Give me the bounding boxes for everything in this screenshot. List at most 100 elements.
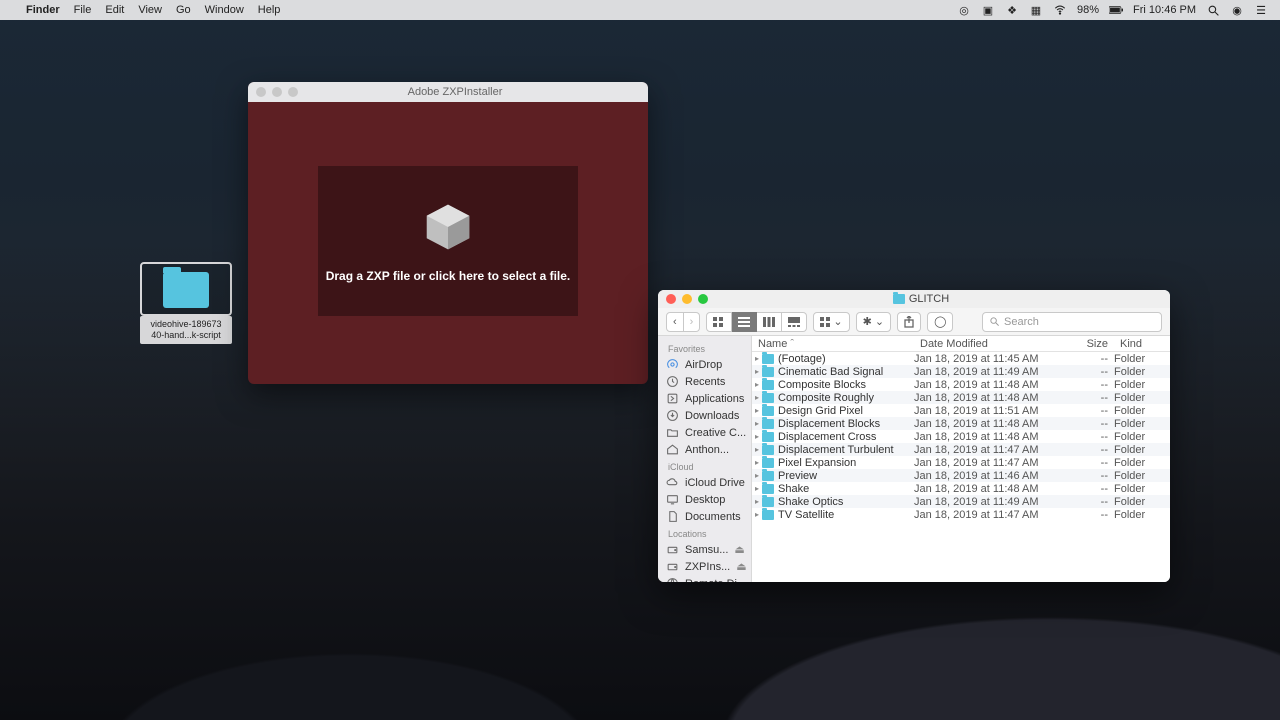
disclosure-triangle[interactable]: ▸ bbox=[752, 406, 762, 415]
status-icon[interactable]: ▦ bbox=[1029, 3, 1043, 17]
sidebar-item[interactable]: ZXPIns...⏏ bbox=[658, 558, 751, 575]
table-row[interactable]: ▸Pixel ExpansionJan 18, 2019 at 11:47 AM… bbox=[752, 456, 1170, 469]
sidebar-heading: Locations bbox=[658, 525, 751, 541]
sidebar-item[interactable]: Applications bbox=[658, 390, 751, 407]
zxp-message: Drag a ZXP file or click here to select … bbox=[326, 269, 571, 283]
table-row[interactable]: ▸Displacement TurbulentJan 18, 2019 at 1… bbox=[752, 443, 1170, 456]
battery-percent[interactable]: 98% bbox=[1077, 4, 1099, 16]
sidebar-item-label: iCloud Drive bbox=[685, 477, 745, 489]
menu-edit[interactable]: Edit bbox=[105, 4, 124, 16]
file-name: Shake Optics bbox=[778, 496, 914, 508]
tags-button[interactable]: ◯ bbox=[927, 312, 953, 332]
file-date: Jan 18, 2019 at 11:47 AM bbox=[914, 509, 1064, 521]
disclosure-triangle[interactable]: ▸ bbox=[752, 458, 762, 467]
search-field[interactable]: Search bbox=[982, 312, 1162, 332]
folder-icon bbox=[762, 484, 774, 494]
disclosure-triangle[interactable]: ▸ bbox=[752, 354, 762, 363]
sidebar-item[interactable]: Desktop bbox=[658, 491, 751, 508]
view-gallery-button[interactable] bbox=[782, 312, 807, 332]
siri-icon[interactable]: ◉ bbox=[1230, 3, 1244, 17]
disclosure-triangle[interactable]: ▸ bbox=[752, 432, 762, 441]
table-row[interactable]: ▸Cinematic Bad SignalJan 18, 2019 at 11:… bbox=[752, 365, 1170, 378]
eject-icon[interactable]: ⏏ bbox=[736, 560, 746, 573]
file-date: Jan 18, 2019 at 11:48 AM bbox=[914, 392, 1064, 404]
view-list-button[interactable] bbox=[732, 312, 757, 332]
zxp-drop-zone[interactable]: Drag a ZXP file or click here to select … bbox=[318, 166, 578, 316]
sidebar-item[interactable]: Documents bbox=[658, 508, 751, 525]
menu-file[interactable]: File bbox=[74, 4, 92, 16]
table-row[interactable]: ▸Displacement BlocksJan 18, 2019 at 11:4… bbox=[752, 417, 1170, 430]
disclosure-triangle[interactable]: ▸ bbox=[752, 484, 762, 493]
col-name[interactable]: Name ˆ bbox=[752, 338, 914, 350]
sidebar-item[interactable]: Downloads bbox=[658, 407, 751, 424]
disclosure-triangle[interactable]: ▸ bbox=[752, 497, 762, 506]
file-kind: Folder bbox=[1114, 353, 1170, 365]
file-name: Displacement Turbulent bbox=[778, 444, 914, 456]
search-placeholder: Search bbox=[1004, 316, 1039, 328]
file-size: -- bbox=[1064, 405, 1114, 417]
disclosure-triangle[interactable]: ▸ bbox=[752, 380, 762, 389]
arrange-button[interactable]: ⌄ bbox=[813, 312, 849, 332]
table-row[interactable]: ▸Composite RoughlyJan 18, 2019 at 11:48 … bbox=[752, 391, 1170, 404]
status-icon[interactable]: ▣ bbox=[981, 3, 995, 17]
sidebar-item[interactable]: Remote Di... bbox=[658, 575, 751, 582]
disclosure-triangle[interactable]: ▸ bbox=[752, 419, 762, 428]
sidebar-item[interactable]: Anthon... bbox=[658, 441, 751, 458]
sidebar-item-label: Anthon... bbox=[685, 444, 729, 456]
disclosure-triangle[interactable]: ▸ bbox=[752, 510, 762, 519]
status-icon[interactable]: ❖ bbox=[1005, 3, 1019, 17]
finder-titlebar[interactable]: GLITCH bbox=[658, 290, 1170, 308]
disclosure-triangle[interactable]: ▸ bbox=[752, 393, 762, 402]
file-name: Shake bbox=[778, 483, 914, 495]
file-size: -- bbox=[1064, 483, 1114, 495]
menu-window[interactable]: Window bbox=[205, 4, 244, 16]
sidebar-item[interactable]: Samsu...⏏ bbox=[658, 541, 751, 558]
folder-icon bbox=[163, 272, 209, 308]
file-kind: Folder bbox=[1114, 470, 1170, 482]
disclosure-triangle[interactable]: ▸ bbox=[752, 471, 762, 480]
menu-view[interactable]: View bbox=[138, 4, 162, 16]
sidebar-item[interactable]: Creative C... bbox=[658, 424, 751, 441]
file-date: Jan 18, 2019 at 11:49 AM bbox=[914, 496, 1064, 508]
table-row[interactable]: ▸Shake OpticsJan 18, 2019 at 11:49 AM--F… bbox=[752, 495, 1170, 508]
status-icon[interactable]: ◎ bbox=[957, 3, 971, 17]
table-row[interactable]: ▸TV SatelliteJan 18, 2019 at 11:47 AM--F… bbox=[752, 508, 1170, 521]
app-menu[interactable]: Finder bbox=[26, 4, 60, 16]
finder-sidebar: FavoritesAirDropRecentsApplicationsDownl… bbox=[658, 336, 752, 582]
view-icon-button[interactable] bbox=[706, 312, 732, 332]
table-row[interactable]: ▸Composite BlocksJan 18, 2019 at 11:48 A… bbox=[752, 378, 1170, 391]
notifications-icon[interactable]: ☰ bbox=[1254, 3, 1268, 17]
table-row[interactable]: ▸Design Grid PixelJan 18, 2019 at 11:51 … bbox=[752, 404, 1170, 417]
file-size: -- bbox=[1064, 444, 1114, 456]
menu-go[interactable]: Go bbox=[176, 4, 191, 16]
column-headers[interactable]: Name ˆ Date Modified Size Kind bbox=[752, 336, 1170, 352]
sidebar-item[interactable]: Recents bbox=[658, 373, 751, 390]
file-kind: Folder bbox=[1114, 392, 1170, 404]
table-row[interactable]: ▸PreviewJan 18, 2019 at 11:46 AM--Folder bbox=[752, 469, 1170, 482]
sidebar-heading: Favorites bbox=[658, 340, 751, 356]
clock[interactable]: Fri 10:46 PM bbox=[1133, 4, 1196, 16]
sidebar-item[interactable]: AirDrop bbox=[658, 356, 751, 373]
back-button[interactable]: ‹ bbox=[666, 312, 684, 332]
table-row[interactable]: ▸(Footage)Jan 18, 2019 at 11:45 AM--Fold… bbox=[752, 352, 1170, 365]
folder-icon bbox=[762, 380, 774, 390]
spotlight-icon[interactable] bbox=[1206, 3, 1220, 17]
col-size[interactable]: Size bbox=[1064, 338, 1114, 350]
zxp-titlebar[interactable]: Adobe ZXPInstaller bbox=[248, 82, 648, 102]
col-date[interactable]: Date Modified bbox=[914, 338, 1064, 350]
disclosure-triangle[interactable]: ▸ bbox=[752, 445, 762, 454]
table-row[interactable]: ▸ShakeJan 18, 2019 at 11:48 AM--Folder bbox=[752, 482, 1170, 495]
wifi-icon[interactable] bbox=[1053, 3, 1067, 17]
view-column-button[interactable] bbox=[757, 312, 782, 332]
table-row[interactable]: ▸Displacement CrossJan 18, 2019 at 11:48… bbox=[752, 430, 1170, 443]
eject-icon[interactable]: ⏏ bbox=[734, 543, 744, 556]
file-kind: Folder bbox=[1114, 405, 1170, 417]
desktop-folder[interactable]: videohive-189673 40-hand...k-script bbox=[140, 262, 232, 344]
share-button[interactable] bbox=[897, 312, 921, 332]
forward-button[interactable]: › bbox=[684, 312, 701, 332]
sidebar-item[interactable]: iCloud Drive bbox=[658, 474, 751, 491]
disclosure-triangle[interactable]: ▸ bbox=[752, 367, 762, 376]
action-button[interactable]: ✱ ⌄ bbox=[856, 312, 892, 332]
menu-help[interactable]: Help bbox=[258, 4, 281, 16]
col-kind[interactable]: Kind bbox=[1114, 338, 1170, 350]
